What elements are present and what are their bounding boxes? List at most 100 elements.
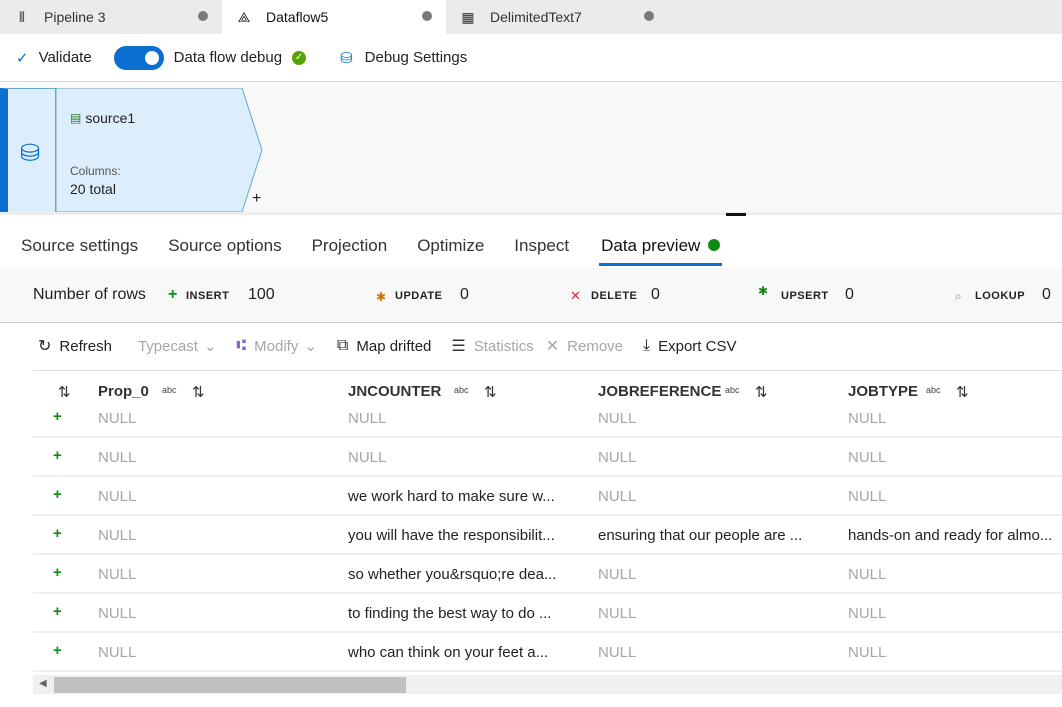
- debug-toggle[interactable]: [113, 45, 164, 70]
- map-drifted-label: Map drifted: [356, 337, 432, 355]
- tab-label: Pipeline 3: [44, 9, 106, 25]
- table-cell: NULL: [98, 488, 137, 505]
- graph-canvas[interactable]: ⛁ ▤ source1 Columns: 20 total +: [0, 82, 1062, 212]
- asterisk-icon: ✱: [376, 290, 387, 304]
- column-header[interactable]: JOBTYPE: [848, 383, 918, 400]
- splitter-handle[interactable]: [726, 213, 746, 216]
- modify-icon: ⑆: [236, 337, 247, 354]
- table-cell: NULL: [98, 449, 137, 466]
- export-label: Export CSV: [658, 337, 737, 355]
- table-row[interactable]: + NULL to finding the best way to do ... NU…: [33, 594, 1062, 633]
- insert-label: INSERT: [186, 290, 230, 302]
- scrollbar-thumb[interactable]: [54, 677, 406, 693]
- debug-label: Data flow debug: [173, 49, 283, 66]
- upsert-count: 0: [845, 286, 854, 303]
- panel-splitter[interactable]: [0, 212, 1062, 215]
- table-row[interactable]: + NULL we work hard to make sure w... NULL N…: [33, 477, 1062, 516]
- check-circle-icon: ✓: [292, 50, 307, 65]
- tab-delimitedtext7[interactable]: ▦ DelimitedText7: [446, 0, 668, 34]
- sort-icon[interactable]: ⇅: [755, 383, 768, 401]
- toolbar: ✓ Validate Data flow debug ✓ ⛁ Debug Settin…: [0, 34, 1062, 82]
- scroll-left-icon[interactable]: ◀: [39, 678, 47, 689]
- unsaved-dot: [422, 11, 432, 21]
- tab-source-options[interactable]: Source options: [168, 226, 281, 266]
- horizontal-scrollbar[interactable]: ◀: [33, 675, 1062, 694]
- map-drifted-button[interactable]: ⧉ Map drifted: [337, 337, 431, 355]
- table-cell: NULL: [598, 644, 637, 661]
- csv-file-icon: ▤: [70, 111, 82, 125]
- typecast-label: Typecast: [137, 337, 198, 355]
- type-badge: abc: [454, 385, 469, 395]
- insert-icon: +: [53, 564, 62, 581]
- update-count: 0: [460, 286, 469, 303]
- remove-button[interactable]: ✕ Remove: [546, 336, 623, 356]
- lookup-label: LOOKUP: [975, 290, 1026, 302]
- tab-inspect[interactable]: Inspect: [514, 226, 569, 266]
- table-cell: ensuring that our people are ...: [598, 527, 803, 544]
- delete-label: DELETE: [591, 290, 638, 302]
- table-cell: NULL: [98, 644, 137, 661]
- upsert-label: UPSERT: [781, 290, 829, 302]
- tab-dataflow5[interactable]: ⟁ Dataflow5: [222, 0, 446, 34]
- table-row[interactable]: + NULL NULL NULL NULL: [33, 438, 1062, 477]
- column-header[interactable]: Prop_0: [98, 383, 149, 400]
- data-grid[interactable]: + NULL NULL NULL NULL + NULL NULL NULL NULL + NULL w…: [33, 412, 1062, 672]
- table-cell: NULL: [598, 449, 637, 466]
- status-dot: [708, 239, 721, 251]
- sort-icon[interactable]: ⇅: [956, 383, 969, 401]
- refresh-label: Refresh: [59, 337, 112, 355]
- tab-optimize[interactable]: Optimize: [417, 226, 484, 266]
- rows-label: Number of rows: [33, 286, 146, 303]
- table-cell: NULL: [348, 412, 387, 427]
- refresh-button[interactable]: ↻ Refresh: [38, 336, 112, 356]
- table-cell: so whether you&rsquo;re dea...: [348, 566, 557, 583]
- column-header[interactable]: JOBREFERENCE: [598, 383, 721, 400]
- table-cell: to finding the best way to do ...: [348, 605, 552, 622]
- modify-dropdown[interactable]: ⑆ Modify ⌄: [237, 337, 317, 355]
- tab-bar: ⦀ Pipeline 3 ⟁ Dataflow5 ▦ DelimitedText7: [0, 0, 1062, 34]
- debug-settings-button[interactable]: ⛁ Debug Settings: [340, 49, 467, 67]
- table-row[interactable]: + NULL so whether you&rsquo;re dea... NULL N…: [33, 555, 1062, 594]
- unsaved-dot: [644, 11, 654, 21]
- insert-icon: +: [53, 486, 62, 503]
- insert-icon: +: [53, 412, 62, 425]
- table-cell: we work hard to make sure w...: [348, 488, 555, 505]
- source-node[interactable]: ▤ source1 Columns: 20 total: [56, 88, 264, 212]
- table-row[interactable]: + NULL who can think on your feet a... NULL…: [33, 633, 1062, 672]
- export-csv-button[interactable]: ⤓ Export CSV: [643, 337, 736, 355]
- statistics-button[interactable]: ☰ Statistics: [451, 336, 533, 356]
- column-header[interactable]: JNCOUNTER: [348, 383, 441, 400]
- node-name: source1: [85, 110, 136, 126]
- validate-label: Validate: [38, 49, 92, 66]
- type-badge: abc: [162, 385, 177, 395]
- insert-icon: +: [53, 603, 62, 620]
- table-cell: NULL: [98, 527, 137, 544]
- chevron-down-icon: ⌄: [304, 338, 317, 355]
- insert-icon: +: [53, 642, 62, 659]
- table-row[interactable]: + NULL you will have the responsibilit... e…: [33, 516, 1062, 555]
- table-row[interactable]: + NULL NULL NULL NULL: [33, 412, 1062, 438]
- sort-icon[interactable]: ⇅: [192, 383, 205, 401]
- sort-icon[interactable]: ⇅: [58, 383, 71, 401]
- update-label: UPDATE: [395, 290, 443, 302]
- sort-icon[interactable]: ⇅: [484, 383, 497, 401]
- add-transform-icon[interactable]: +: [252, 190, 261, 208]
- chevron-down-icon: ⌄: [203, 338, 217, 355]
- tab-projection[interactable]: Projection: [312, 226, 388, 266]
- tab-data-preview[interactable]: Data preview: [599, 226, 723, 266]
- validate-button[interactable]: ✓ Validate: [16, 49, 92, 67]
- source-node-icon-pane[interactable]: ⛁: [0, 88, 56, 212]
- columns-value: 20 total: [70, 181, 116, 197]
- table-cell: NULL: [98, 412, 137, 427]
- table-cell: you will have the responsibilit...: [348, 527, 555, 544]
- table-cell: NULL: [848, 488, 887, 505]
- tab-source-settings[interactable]: Source settings: [21, 226, 138, 266]
- data-toolbar: ↻ Refresh Typecast ⌄ ⑆ Modify ⌄ ⧉ Map drifted…: [0, 332, 736, 360]
- divider: [33, 370, 1062, 371]
- close-icon: ✕: [545, 338, 560, 355]
- table-cell: NULL: [848, 449, 887, 466]
- tab-pipeline-3[interactable]: ⦀ Pipeline 3: [0, 0, 222, 34]
- table-cell: NULL: [848, 605, 887, 622]
- table-cell: NULL: [598, 412, 637, 427]
- typecast-dropdown[interactable]: Typecast ⌄: [137, 337, 217, 356]
